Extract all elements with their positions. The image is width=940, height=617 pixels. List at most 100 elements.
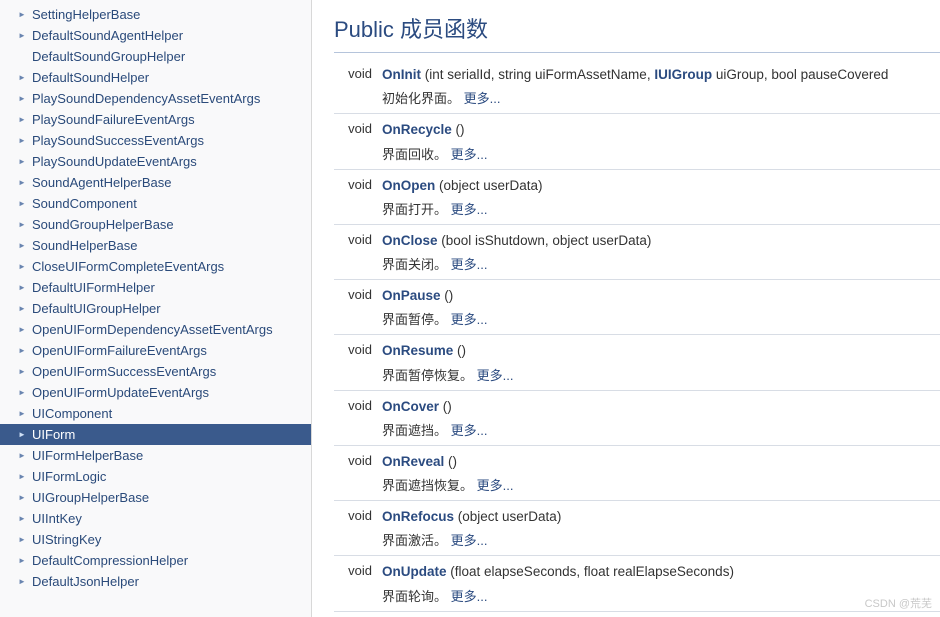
function-name-link[interactable]: OnResume (382, 343, 453, 358)
function-name-link[interactable]: OnReveal (382, 454, 444, 469)
more-link[interactable]: 更多... (451, 202, 488, 217)
function-row: voidOnDepthChanged (int uiGroupDepth, in… (334, 612, 940, 617)
tree-arrow-icon: ► (18, 367, 28, 376)
function-body: OnRecycle ()界面回收。 更多... (382, 120, 940, 162)
tree-arrow-icon: ► (18, 241, 28, 250)
sidebar-tree[interactable]: ►SettingHelperBase►DefaultSoundAgentHelp… (0, 0, 312, 617)
sidebar-item-settinghelperbase[interactable]: ►SettingHelperBase (0, 4, 311, 25)
sidebar-item-soundhelperbase[interactable]: ►SoundHelperBase (0, 235, 311, 256)
function-signature: OnReveal () (382, 452, 940, 472)
description-text: 界面遮挡恢复。 (382, 478, 477, 493)
sidebar-item-openuiformfailureeventargs[interactable]: ► OpenUIFormFailureEventArgs (0, 340, 311, 361)
sidebar-item-soundagenthelperbase[interactable]: ►SoundAgentHelperBase (0, 172, 311, 193)
tree-arrow-icon: ► (18, 472, 28, 481)
description-text: 界面轮询。 (382, 589, 451, 604)
sidebar-item-soundgrouphelperbase[interactable]: ►SoundGroupHelperBase (0, 214, 311, 235)
function-name-link[interactable]: OnRecycle (382, 122, 452, 137)
more-link[interactable]: 更多... (477, 368, 514, 383)
tree-arrow-icon: ► (18, 493, 28, 502)
sidebar-item-label: UIFormHelperBase (32, 448, 143, 463)
sidebar-item-playsoundupdateeventargs[interactable]: ►PlaySoundUpdateEventArgs (0, 151, 311, 172)
sidebar-item-uistringkey[interactable]: ►UIStringKey (0, 529, 311, 550)
sidebar-item-soundcomponent[interactable]: ►SoundComponent (0, 193, 311, 214)
more-link[interactable]: 更多... (451, 312, 488, 327)
function-body: OnOpen (object userData)界面打开。 更多... (382, 176, 940, 218)
sidebar-item-label: OpenUIFormFailureEventArgs (32, 343, 207, 358)
function-row: voidOnRecycle ()界面回收。 更多... (334, 114, 940, 169)
tree-arrow-icon: ► (18, 199, 28, 208)
sidebar-item-uicomponent[interactable]: ►UIComponent (0, 403, 311, 424)
signature-params: (float elapseSeconds, float realElapseSe… (447, 564, 734, 579)
function-name-link[interactable]: OnCover (382, 399, 439, 414)
function-body: OnResume ()界面暂停恢复。 更多... (382, 341, 940, 383)
function-row: voidOnPause ()界面暂停。 更多... (334, 280, 940, 335)
signature-params: () (452, 122, 465, 137)
function-row: voidOnOpen (object userData)界面打开。 更多... (334, 170, 940, 225)
sidebar-item-defaultsoundgrouphelper[interactable]: ►DefaultSoundGroupHelper (0, 46, 311, 67)
sidebar-item-playsoundsuccesseventargs[interactable]: ►PlaySoundSuccessEventArgs (0, 130, 311, 151)
function-name-link[interactable]: OnPause (382, 288, 441, 303)
tree-arrow-icon: ► (18, 262, 28, 271)
sidebar-item-playsounddependencyasseteventargs[interactable]: ► PlaySoundDependencyAssetEventArgs (0, 88, 311, 109)
sidebar-item-label: DefaultCompressionHelper (32, 553, 188, 568)
sidebar-item-openuiformupdateeventargs[interactable]: ►OpenUIFormUpdateEventArgs (0, 382, 311, 403)
return-type: void (334, 562, 382, 604)
signature-params: (object userData) (454, 509, 561, 524)
more-link[interactable]: 更多... (451, 589, 488, 604)
signature-params: (object userData) (435, 178, 542, 193)
return-type: void (334, 65, 382, 107)
sidebar-item-defaultuigrouphelper[interactable]: ►DefaultUIGroupHelper (0, 298, 311, 319)
more-link[interactable]: 更多... (451, 423, 488, 438)
function-name-link[interactable]: OnInit (382, 67, 421, 82)
function-name-link[interactable]: OnClose (382, 233, 438, 248)
function-description: 界面激活。 更多... (382, 530, 940, 549)
description-text: 界面回收。 (382, 147, 451, 162)
function-name-link[interactable]: OnRefocus (382, 509, 454, 524)
function-description: 界面遮挡。 更多... (382, 420, 940, 439)
sidebar-item-defaultsoundagenthelper[interactable]: ►DefaultSoundAgentHelper (0, 25, 311, 46)
sidebar-item-uigrouphelperbase[interactable]: ► UIGroupHelperBase (0, 487, 311, 508)
sidebar-item-uiformlogic[interactable]: ►UIFormLogic (0, 466, 311, 487)
return-type: void (334, 397, 382, 439)
sidebar-item-label: PlaySoundDependencyAssetEventArgs (32, 91, 260, 106)
sidebar-item-defaultcompressionhelper[interactable]: ►DefaultCompressionHelper (0, 550, 311, 571)
sidebar-item-playsoundfailureeventargs[interactable]: ►PlaySoundFailureEventArgs (0, 109, 311, 130)
sidebar-item-openuiformdependencyasseteventargs[interactable]: ►OpenUIFormDependencyAssetEventArgs (0, 319, 311, 340)
function-row: voidOnInit (int serialId, string uiFormA… (334, 59, 940, 114)
sidebar-item-label: UIGroupHelperBase (32, 490, 149, 505)
sidebar-item-label: DefaultSoundHelper (32, 70, 149, 85)
sidebar-item-defaultsoundhelper[interactable]: ►DefaultSoundHelper (0, 67, 311, 88)
more-link[interactable]: 更多... (451, 257, 488, 272)
sidebar-item-label: CloseUIFormCompleteEventArgs (32, 259, 224, 274)
sidebar-item-label: OpenUIFormSuccessEventArgs (32, 364, 216, 379)
sidebar-item-defaultuiformhelper[interactable]: ►DefaultUIFormHelper (0, 277, 311, 298)
sidebar-item-uiform[interactable]: ►UIForm (0, 424, 311, 445)
function-name-link[interactable]: OnUpdate (382, 564, 447, 579)
type-link[interactable]: IUIGroup (654, 67, 712, 82)
description-text: 界面暂停恢复。 (382, 368, 477, 383)
function-name-link[interactable]: OnOpen (382, 178, 435, 193)
sidebar-item-label: DefaultUIFormHelper (32, 280, 155, 295)
tree-arrow-icon: ► (18, 577, 28, 586)
sidebar-item-closeuiformcompleteeventargs[interactable]: ► CloseUIFormCompleteEventArgs (0, 256, 311, 277)
signature-params: () (441, 288, 454, 303)
function-row: voidOnUpdate (float elapseSeconds, float… (334, 556, 940, 611)
sidebar-item-uiformhelperbase[interactable]: ►UIFormHelperBase (0, 445, 311, 466)
tree-arrow-icon: ► (18, 94, 28, 103)
return-type: void (334, 120, 382, 162)
sidebar-item-openuiformsuccesseventargs[interactable]: ► OpenUIFormSuccessEventArgs (0, 361, 311, 382)
return-type: void (334, 507, 382, 549)
tree-arrow-icon: ► (18, 346, 28, 355)
sidebar-item-uiintkey[interactable]: ►UIIntKey (0, 508, 311, 529)
tree-arrow-icon: ► (18, 31, 28, 40)
more-link[interactable]: 更多... (477, 478, 514, 493)
tree-arrow-icon: ► (18, 178, 28, 187)
tree-arrow-icon: ► (18, 430, 28, 439)
signature-params: () (444, 454, 457, 469)
more-link[interactable]: 更多... (451, 147, 488, 162)
sidebar-item-defaultjsonhelper[interactable]: ► DefaultJsonHelper (0, 571, 311, 592)
more-link[interactable]: 更多... (464, 91, 501, 106)
sidebar-item-label: DefaultJsonHelper (32, 574, 139, 589)
more-link[interactable]: 更多... (451, 533, 488, 548)
description-text: 界面遮挡。 (382, 423, 451, 438)
